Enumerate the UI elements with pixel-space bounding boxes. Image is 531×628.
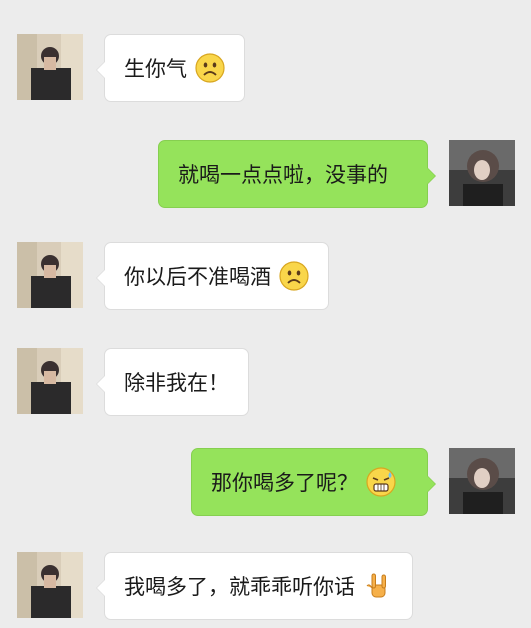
user-avatar[interactable] [449,140,515,206]
chat-bubble[interactable]: 就喝一点点啦，没事的 [158,140,436,208]
message-incoming: 生你气 [0,34,531,114]
message-text: 就喝一点点啦，没事的 [178,163,388,187]
contact-avatar[interactable] [17,242,83,308]
frowning-face-icon [195,53,225,83]
contact-avatar[interactable] [17,348,83,414]
chat-bubble[interactable]: 你以后不准喝酒 [96,242,329,310]
chat-bubble[interactable]: 生你气 [96,34,245,102]
chat-conversation[interactable]: 生你气 就喝一点点啦，没事的 你以后不准喝酒 除非我在！ 那你喝多了呢？ 我喝多… [0,0,531,628]
message-incoming: 我喝多了，就乖乖听你话 [0,552,531,628]
frowning-face-icon [279,261,309,291]
message-text: 生你气 [124,57,187,81]
message-text: 那你喝多了呢？ [211,471,358,495]
message-incoming: 你以后不准喝酒 [0,242,531,322]
chat-bubble[interactable]: 除非我在！ [96,348,249,416]
rock-hand-icon [363,571,393,601]
user-avatar[interactable] [449,448,515,514]
message-text: 我喝多了，就乖乖听你话 [124,575,355,599]
message-text: 除非我在！ [124,371,229,395]
chat-bubble[interactable]: 那你喝多了呢？ [191,448,436,516]
message-outgoing: 那你喝多了呢？ [0,448,531,528]
sweating-grin-face-icon [366,467,396,497]
chat-bubble[interactable]: 我喝多了，就乖乖听你话 [96,552,413,620]
contact-avatar[interactable] [17,552,83,618]
message-outgoing: 就喝一点点啦，没事的 [0,140,531,220]
message-text: 你以后不准喝酒 [124,265,271,289]
message-incoming: 除非我在！ [0,348,531,428]
contact-avatar[interactable] [17,34,83,100]
